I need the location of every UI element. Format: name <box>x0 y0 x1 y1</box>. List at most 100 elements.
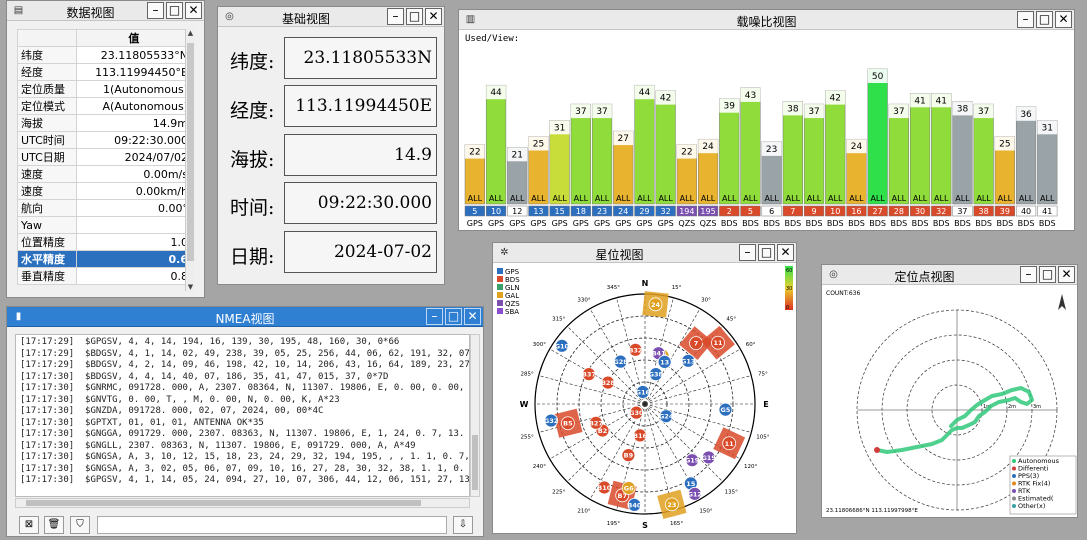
table-row[interactable]: 纬度 23.11805533°N <box>17 46 193 64</box>
vertical-scrollbar[interactable] <box>470 334 480 497</box>
snr-tag-label: ALL <box>701 194 716 203</box>
snr-value-label: 43 <box>745 91 756 101</box>
sat-system-label: GPS <box>615 219 631 228</box>
maximize-button[interactable]: □ <box>166 2 183 19</box>
table-row[interactable]: 速度 0.00km/h <box>17 182 193 200</box>
sky-view-titlebar[interactable]: ✲ 星位视图 – □ ✕ <box>493 243 796 263</box>
sat-id-label: 16 <box>851 207 861 216</box>
table-row[interactable]: 航向 0.00° <box>17 199 193 217</box>
scrollbar-thumb[interactable] <box>472 435 478 490</box>
minimize-button[interactable]: – <box>1020 266 1037 283</box>
snr-bar <box>1015 106 1037 205</box>
satellite-id-label: B10 <box>597 484 611 492</box>
sat-system-label: BDS <box>890 219 907 228</box>
maximize-button[interactable]: □ <box>406 8 423 25</box>
filter-button[interactable]: ⛉ <box>70 516 90 534</box>
delete-button[interactable]: 🗑 <box>44 516 64 534</box>
legend-swatch <box>497 300 503 306</box>
nmea-view-titlebar[interactable]: ▮ NMEA视图 – □ ✕ <box>7 307 483 327</box>
snr-value-label: 37 <box>978 107 989 117</box>
horizontal-scrollbar[interactable] <box>15 498 470 508</box>
send-button[interactable]: ⇩ <box>453 516 473 534</box>
snr-view-titlebar[interactable]: ▥ 载噪比视图 – □ ✕ <box>459 10 1074 30</box>
snr-bar-chart: 22ALL5GPS44ALL10GPS21ALL12GPS25ALL13GPS3… <box>464 68 1058 228</box>
basic-view-titlebar[interactable]: ◎ 基础视图 – □ ✕ <box>218 7 444 27</box>
scrollbar-down-arrow[interactable]: ▼ <box>186 283 195 291</box>
scrollbar-thumb[interactable] <box>26 500 421 506</box>
close-button[interactable]: ✕ <box>777 244 794 261</box>
fix-view-titlebar[interactable]: ◎ 定位点视图 – □ ✕ <box>822 265 1077 285</box>
azimuth-line <box>644 375 752 405</box>
snr-tag-label: ALL <box>934 194 949 203</box>
azimuth-degree-label: 60° <box>746 342 756 348</box>
legend-dot <box>1012 481 1016 486</box>
fix-view-window: ◎ 定位点视图 – □ ✕ COUNT:636 1m 2m 3m Autonomous D… <box>821 264 1078 518</box>
table-row[interactable]: UTC日期 2024/07/02 <box>17 148 193 166</box>
table-row[interactable]: 定位模式 A(Autonomous) <box>17 97 193 115</box>
satellite-id-label: G19 <box>701 454 716 462</box>
compass-label: S <box>642 521 648 530</box>
nmea-line: [17:17:30] $GNZDA, 091728. 000, 02, 07, … <box>20 406 324 416</box>
legend-swatch <box>497 276 503 282</box>
satellite-id-label: G19 <box>685 457 700 465</box>
table-row[interactable]: 海拔 14.9m <box>17 114 193 132</box>
maximize-button[interactable]: □ <box>445 308 462 325</box>
row-value: 09:22:30.000 <box>75 131 193 149</box>
nmea-log[interactable]: [17:17:29] $GPGSV, 4, 4, 14, 194, 16, 13… <box>15 334 470 497</box>
scale-label-mid: 30 <box>786 286 792 292</box>
minimize-button[interactable]: – <box>426 308 443 325</box>
legend-label: GAL <box>505 292 519 300</box>
row-value: 0.00m/s <box>75 165 193 183</box>
row-key: UTC时间 <box>17 131 77 149</box>
satellite-id-label: G12 <box>688 490 702 498</box>
satellite-id-label: B9 <box>624 452 634 460</box>
table-row[interactable]: 垂直精度 0.8 <box>17 267 193 285</box>
satellite-id-label: G24 <box>659 413 674 421</box>
snr-value-label: 36 <box>1020 110 1032 120</box>
command-input[interactable] <box>97 516 447 534</box>
vertical-scrollbar[interactable]: ▲ ▼ <box>185 29 195 291</box>
close-button[interactable]: ✕ <box>1055 11 1072 28</box>
row-key: UTC日期 <box>17 148 77 166</box>
snr-bar <box>931 93 952 205</box>
maximize-button[interactable]: □ <box>1036 11 1053 28</box>
scrollbar-up-arrow[interactable]: ▲ <box>186 29 195 37</box>
minimize-button[interactable]: – <box>147 2 164 19</box>
legend-dot <box>1012 474 1016 478</box>
table-row[interactable]: 定位质量 1(Autonomous) <box>17 80 193 98</box>
snr-value-label: 37 <box>808 107 819 117</box>
minimize-button[interactable]: – <box>387 8 404 25</box>
table-row[interactable]: 位置精度 1.0 <box>17 233 193 251</box>
table-row[interactable]: Yaw <box>17 216 193 234</box>
close-button[interactable]: ✕ <box>185 2 202 19</box>
maximize-button[interactable]: □ <box>758 244 775 261</box>
snr-tag-label: ALL <box>764 194 779 203</box>
date-value: 2024-07-02 <box>284 231 437 273</box>
altitude-label: 海拔: <box>230 149 275 171</box>
row-key: 速度 <box>17 165 77 183</box>
snr-value-label: 23 <box>766 145 777 155</box>
maximize-button[interactable]: □ <box>1039 266 1056 283</box>
data-view-titlebar[interactable]: ▤ 数据视图 – □ ✕ <box>7 1 204 21</box>
table-row[interactable]: 速度 0.00m/s <box>17 165 193 183</box>
snr-tag-label: ALL <box>828 194 843 203</box>
table-row[interactable]: 水平精度 0.6 <box>17 250 193 268</box>
legend-dot <box>1012 489 1016 493</box>
snr-tag-label: ALL <box>531 194 546 203</box>
sat-id-label: 29 <box>639 207 649 216</box>
snr-bar <box>909 93 931 205</box>
scrollbar-thumb[interactable] <box>187 43 194 261</box>
minimize-button[interactable]: – <box>1017 11 1034 28</box>
minimize-button[interactable]: – <box>739 244 756 261</box>
close-button[interactable]: ✕ <box>425 8 442 25</box>
close-button[interactable]: ✕ <box>464 308 481 325</box>
satellite-id-label: G38 <box>649 371 664 379</box>
snr-value-label: 24 <box>851 142 863 152</box>
snr-bar <box>634 84 655 205</box>
table-row[interactable]: 经度 113.11994450°E <box>17 63 193 81</box>
close-button[interactable]: ✕ <box>1058 266 1075 283</box>
clear-log-button[interactable]: ⊠ <box>19 516 39 534</box>
satellite-id-label: B40 <box>627 501 641 509</box>
table-row[interactable]: UTC时间 09:22:30.000 <box>17 131 193 149</box>
snr-value-label: 38 <box>957 104 969 114</box>
